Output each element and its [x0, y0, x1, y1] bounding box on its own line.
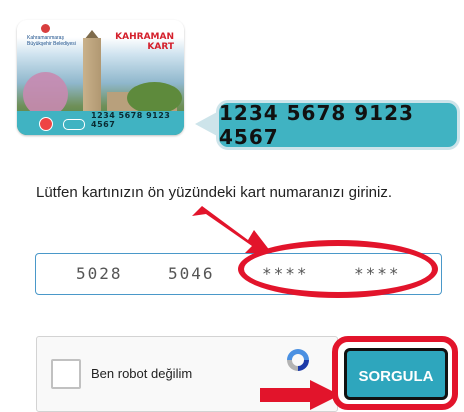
highlight-ellipse	[238, 240, 438, 298]
recaptcha-icon	[287, 349, 309, 371]
callout-number: 1234 5678 9123 4567	[219, 101, 414, 149]
card-number-sample: 1234 5678 9123 4567	[91, 111, 171, 129]
card-group-2: 5046	[168, 264, 215, 283]
card-group-1: 5028	[76, 264, 123, 283]
card-logo-text: Kahramanmaraş Büyükşehir Belediyesi	[27, 35, 76, 47]
card-brand: KAHRAMAN KART	[115, 32, 174, 52]
recaptcha-label: Ben robot değilim	[91, 366, 193, 381]
recaptcha-checkbox[interactable]	[51, 359, 81, 389]
sorgula-button[interactable]: SORGULA	[344, 348, 448, 400]
contactless-icon	[63, 119, 85, 130]
kahraman-kart-image: Kahramanmaraş Büyükşehir Belediyesi KAHR…	[17, 20, 184, 135]
municipality-logo-icon	[41, 24, 50, 33]
card-number-callout: 1234 5678 9123 4567	[216, 100, 460, 150]
card-badge-icon	[39, 117, 53, 131]
instruction-text: Lütfen kartınızın ön yüzündeki kart numa…	[36, 184, 393, 201]
